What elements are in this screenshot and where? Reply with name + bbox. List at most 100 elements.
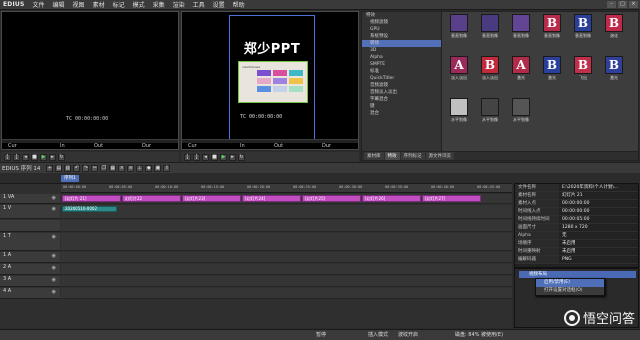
track-header-1v[interactable]: 1 V ◉ [0,205,60,219]
ripple-icon[interactable]: ≋ [127,164,135,172]
tree-item[interactable]: 字幕混合 [362,96,441,103]
player-monitor[interactable]: TC 00:00:00:00 Cur In Out Dur [1,11,179,150]
tree-item[interactable]: 音频滤镜 [362,82,441,89]
menu-tools[interactable]: 工具 [189,0,209,9]
tree-item[interactable]: 3D [362,47,441,54]
open-icon[interactable]: ▤ [55,164,63,172]
track-header-1t[interactable]: 1 T ◉ [0,233,60,251]
rec-loop-icon[interactable]: ↻ [238,153,245,161]
tree-item[interactable]: 混合 [362,110,441,117]
track-header-empty[interactable] [0,220,60,232]
track-1v[interactable]: 20200510-0002 [61,205,512,219]
stop-icon[interactable]: ■ [31,153,38,161]
visibility-icon[interactable]: ◉ [52,206,56,212]
tree-item[interactable]: 视频滤镜 [362,19,441,26]
track-4a[interactable] [61,288,512,299]
loop-icon[interactable]: ↻ [58,153,65,161]
tree-item[interactable]: 音频淡入淡出 [362,89,441,96]
tree-item[interactable]: 特效 [362,12,441,19]
status-ripple[interactable]: 波纹开启 [398,330,418,340]
timeline-clip[interactable]: [幻灯片24] [242,195,301,202]
track-header-3a[interactable]: 3 A ◉ [0,276,60,287]
menu-help[interactable]: 帮助 [229,0,249,9]
track-2a[interactable] [61,264,512,275]
status-insert-mode[interactable]: 插入模式 [368,330,388,340]
effect-tile[interactable]: B 激光 [539,56,565,81]
track-1va[interactable]: [幻灯片 21] 幻灯片22 [幻灯片23] [幻灯片24] [幻灯片25] [幻灯片26… [61,194,512,204]
video-layout-row[interactable]: 视频布局 [519,271,636,278]
speaker-icon[interactable]: ◉ [52,277,56,283]
tree-item[interactable]: 标准 [362,68,441,75]
prev-frame-icon[interactable]: ◂ [22,153,29,161]
play-icon[interactable]: ▶ [40,153,47,161]
sequence-tab[interactable]: 序列1 [61,175,79,182]
rec-stop-icon[interactable]: ■ [211,153,218,161]
effect-tile[interactable]: 水平划像 [446,98,472,123]
effect-tile[interactable]: 垂直划像 [446,14,472,39]
set-in-icon[interactable]: [ [4,153,11,161]
speaker-icon[interactable]: ◉ [52,289,56,295]
tree-item[interactable]: GPU [362,26,441,33]
effect-tile[interactable]: 垂直划像 [477,14,503,39]
save-icon[interactable]: ▥ [64,164,72,172]
effect-tile[interactable]: B 垂直划像 [539,14,565,39]
export-icon[interactable]: ⇪ [163,164,171,172]
menu-settings[interactable]: 设置 [209,0,229,9]
menu-edit[interactable]: 编辑 [49,0,69,9]
menu-clip[interactable]: 素材 [89,0,109,9]
menu-file[interactable]: 文件 [29,0,49,9]
speaker-icon[interactable]: ◉ [52,265,56,271]
next-frame-icon[interactable]: ▸ [49,153,56,161]
track-3a[interactable] [61,276,512,287]
effect-tile[interactable]: B A 溶化 [601,14,627,39]
track-empty[interactable] [61,220,512,232]
tree-item[interactable]: QuickTitler [362,75,441,82]
tab-sequence-markers[interactable]: 序列标记 [400,152,425,160]
timeline-clip[interactable]: [幻灯片23] [182,195,241,202]
speaker-icon[interactable]: ◉ [52,253,56,259]
timeline-clip[interactable]: [幻灯片25] [302,195,361,202]
rec-set-out-icon[interactable]: ] [193,153,200,161]
tab-source-browser[interactable]: 源文件浏览 [425,152,454,160]
render-icon[interactable]: ▣ [154,164,162,172]
track-header-2a[interactable]: 2 A ◉ [0,264,60,275]
tab-effects[interactable]: 特效 [384,152,400,160]
menu-capture[interactable]: 采集 [149,0,169,9]
redo-icon[interactable]: ↷ [82,164,90,172]
effect-tile[interactable]: B A 飞出 [570,56,596,81]
set-out-icon[interactable]: ] [13,153,20,161]
tab-bin[interactable]: 素材库 [364,152,384,160]
track-header-4a[interactable]: 4 A ◉ [0,288,60,299]
effect-tile[interactable]: 水平划像 [508,98,534,123]
visibility-icon[interactable]: ◉ [52,234,56,240]
copy-icon[interactable]: ❐ [100,164,108,172]
maximize-icon[interactable]: □ [618,1,627,8]
menu-mode[interactable]: 模式 [129,0,149,9]
tree-item[interactable]: 键 [362,103,441,110]
new-sequence-icon[interactable]: + [46,164,54,172]
ctx-enable-disable[interactable]: 启用/禁用(E) [536,279,604,287]
cut-icon[interactable]: ✂ [91,164,99,172]
timeline-clip[interactable]: [幻灯片27] [422,195,481,202]
recorder-scrubber[interactable] [182,139,358,143]
track-header-1va[interactable]: 1 VA ◉ [0,194,60,204]
timeline-clip[interactable]: 幻灯片22 [122,195,181,202]
track-1t[interactable] [61,233,512,251]
undo-icon[interactable]: ↶ [73,164,81,172]
effect-tile[interactable]: B 激光 [601,56,627,81]
recorder-monitor[interactable]: 郑少PPT colorfulness TC 00:00:00:00 Cur In… [181,11,359,150]
tree-item[interactable]: Alpha [362,54,441,61]
timeline-ruler[interactable]: 00:00:00:00 00:00:05:00 00:00:10:00 00:00:1… [61,184,512,193]
tree-item[interactable]: 转场 [362,40,441,47]
player-scrubber[interactable] [2,139,178,143]
add-marker-icon[interactable]: ◆ [145,164,153,172]
rec-prev-frame-icon[interactable]: ◂ [202,153,209,161]
title-clip[interactable]: 20200510-0002 [62,206,117,212]
close-icon[interactable]: × [629,1,638,8]
track-1a[interactable] [61,252,512,263]
tree-item[interactable]: 系统预设 [362,33,441,40]
menu-marker[interactable]: 标记 [109,0,129,9]
effect-tile[interactable]: 垂直划像 [508,14,534,39]
rec-next-frame-icon[interactable]: ▸ [229,153,236,161]
menu-view[interactable]: 视图 [69,0,89,9]
